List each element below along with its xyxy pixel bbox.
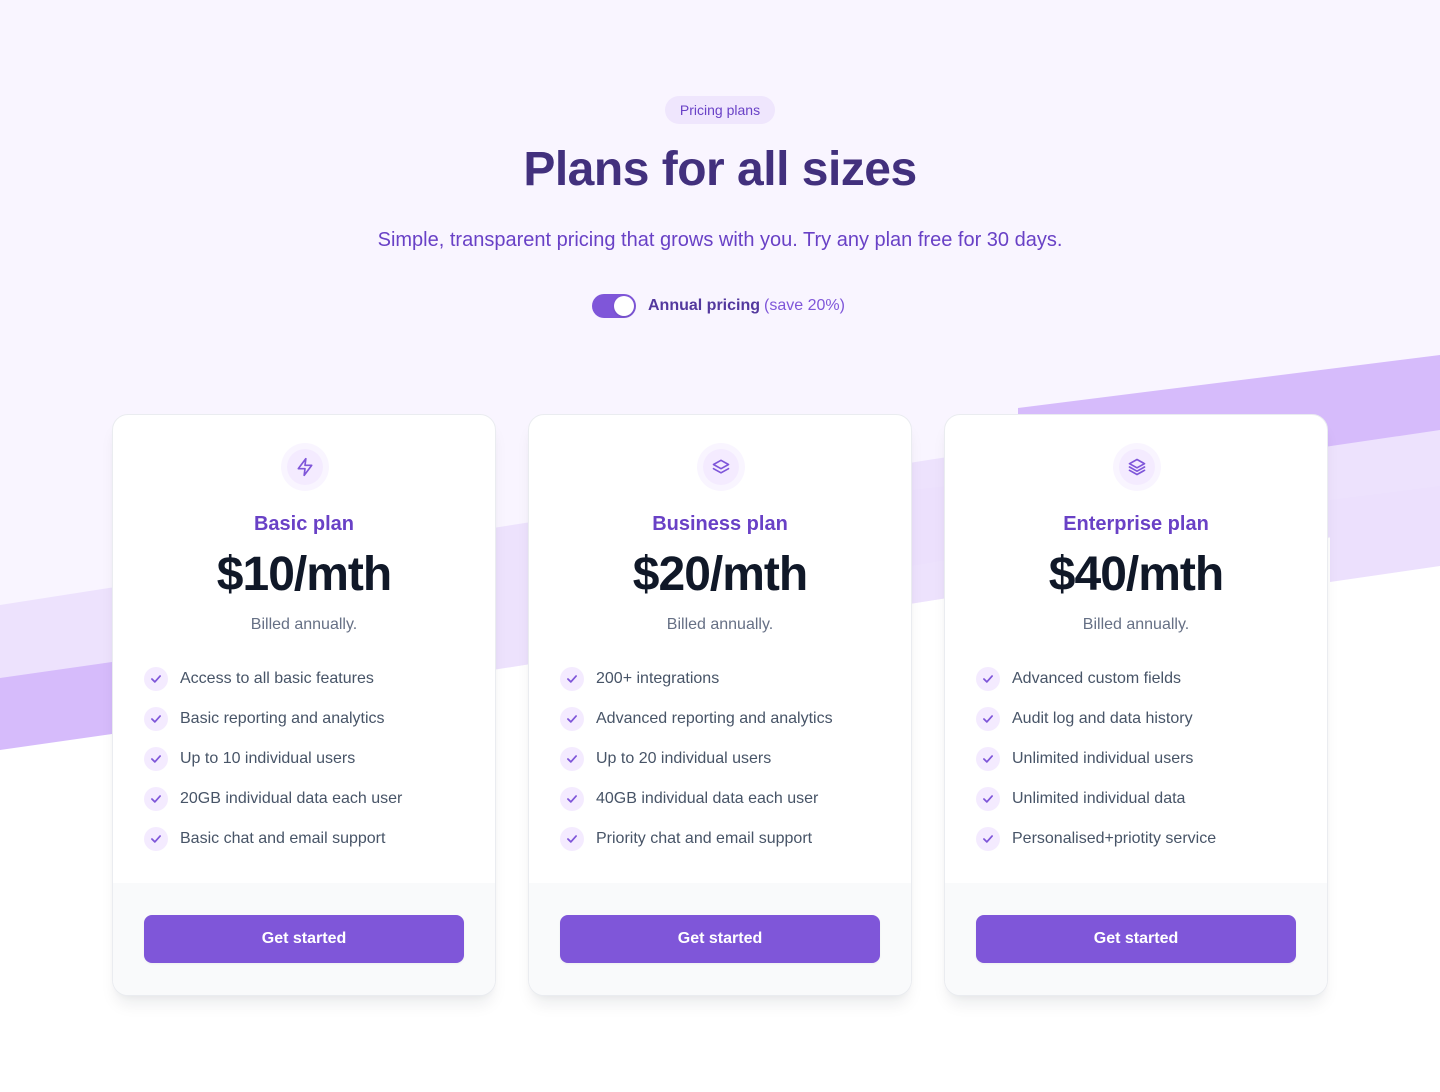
plan-price: $20/mth — [632, 548, 808, 601]
plan-price: $40/mth — [1048, 548, 1224, 601]
check-icon — [144, 667, 168, 691]
check-icon — [560, 667, 584, 691]
check-icon — [976, 827, 1000, 851]
annual-pricing-switch[interactable] — [592, 294, 636, 318]
feature-item: Audit log and data history — [976, 707, 1216, 731]
plan-price: $10/mth — [216, 548, 392, 601]
plan-name: Enterprise plan — [1063, 513, 1209, 535]
pricing-page: Pricing plans Plans for all sizes Simple… — [0, 0, 1440, 1092]
check-icon — [976, 707, 1000, 731]
page-title: Plans for all sizes — [523, 143, 917, 196]
layers-three-icon — [1128, 458, 1146, 476]
check-icon — [976, 667, 1000, 691]
check-icon — [144, 707, 168, 731]
lightning-icon — [297, 457, 313, 477]
feature-item: Unlimited individual users — [976, 747, 1216, 771]
feature-item: Basic reporting and analytics — [144, 707, 402, 731]
feature-item: Access to all basic features — [144, 667, 402, 691]
feature-list: 200+ integrations Advanced reporting and… — [560, 667, 833, 867]
plan-card-enterprise: Enterprise plan $40/mth Billed annually.… — [944, 414, 1328, 996]
feature-text: Advanced custom fields — [1012, 670, 1181, 687]
feature-item: Up to 10 individual users — [144, 747, 402, 771]
feature-text: Up to 10 individual users — [180, 750, 356, 767]
plan-icon-wrap — [1113, 443, 1161, 491]
feature-text: Access to all basic features — [180, 670, 374, 687]
plan-name: Business plan — [652, 513, 788, 535]
pricing-badge: Pricing plans — [665, 96, 775, 124]
plan-card-footer: Get started — [945, 883, 1327, 995]
feature-text: Unlimited individual users — [1012, 750, 1194, 767]
feature-item: Advanced reporting and analytics — [560, 707, 833, 731]
annual-pricing-toggle-row: Annual pricing (save 20%) — [592, 294, 845, 318]
get-started-button[interactable]: Get started — [144, 915, 464, 963]
check-icon — [560, 707, 584, 731]
page-subtitle: Simple, transparent pricing that grows w… — [377, 229, 1063, 251]
plan-billing: Billed annually. — [666, 616, 774, 633]
feature-item: 200+ integrations — [560, 667, 833, 691]
feature-text: 20GB individual data each user — [180, 790, 403, 807]
save-percentage-label: (save 20%) — [764, 297, 845, 314]
check-icon — [144, 787, 168, 811]
plan-card-basic: Basic plan $10/mth Billed annually. Acce… — [112, 414, 496, 996]
plan-card-footer: Get started — [529, 883, 911, 995]
feature-text: Personalised+priotity service — [1012, 830, 1217, 847]
check-icon — [144, 827, 168, 851]
feature-item: 40GB individual data each user — [560, 787, 833, 811]
layers-two-icon — [712, 459, 730, 474]
feature-list: Access to all basic features Basic repor… — [144, 667, 402, 867]
plan-icon-wrap — [697, 443, 745, 491]
check-icon — [144, 747, 168, 771]
feature-text: Audit log and data history — [1012, 710, 1193, 727]
plan-name: Basic plan — [253, 513, 355, 535]
check-icon — [560, 827, 584, 851]
feature-text: Up to 20 individual users — [596, 750, 772, 767]
check-icon — [560, 787, 584, 811]
feature-item: Unlimited individual data — [976, 787, 1216, 811]
annual-pricing-label-group: Annual pricing (save 20%) — [648, 297, 845, 315]
plan-billing: Billed annually. — [250, 616, 358, 633]
feature-item: Advanced custom fields — [976, 667, 1216, 691]
check-icon — [976, 747, 1000, 771]
plan-icon-wrap — [281, 443, 329, 491]
feature-text: Advanced reporting and analytics — [596, 710, 833, 727]
feature-text: 40GB individual data each user — [596, 790, 819, 807]
switch-knob — [614, 296, 634, 316]
feature-text: Basic chat and email support — [180, 830, 386, 847]
feature-item: Basic chat and email support — [144, 827, 402, 851]
feature-item: Personalised+priotity service — [976, 827, 1216, 851]
get-started-button[interactable]: Get started — [560, 915, 880, 963]
feature-item: 20GB individual data each user — [144, 787, 402, 811]
feature-list: Advanced custom fields Audit log and dat… — [976, 667, 1216, 867]
feature-text: Priority chat and email support — [596, 830, 813, 847]
feature-item: Priority chat and email support — [560, 827, 833, 851]
plan-card-footer: Get started — [113, 883, 495, 995]
get-started-button[interactable]: Get started — [976, 915, 1296, 963]
annual-pricing-label: Annual pricing — [648, 297, 760, 314]
plan-card-business: Business plan $20/mth Billed annually. 2… — [528, 414, 912, 996]
check-icon — [976, 787, 1000, 811]
feature-text: 200+ integrations — [596, 670, 720, 687]
feature-item: Up to 20 individual users — [560, 747, 833, 771]
feature-text: Unlimited individual data — [1012, 790, 1186, 807]
check-icon — [560, 747, 584, 771]
feature-text: Basic reporting and analytics — [180, 710, 385, 727]
plan-billing: Billed annually. — [1082, 616, 1190, 633]
